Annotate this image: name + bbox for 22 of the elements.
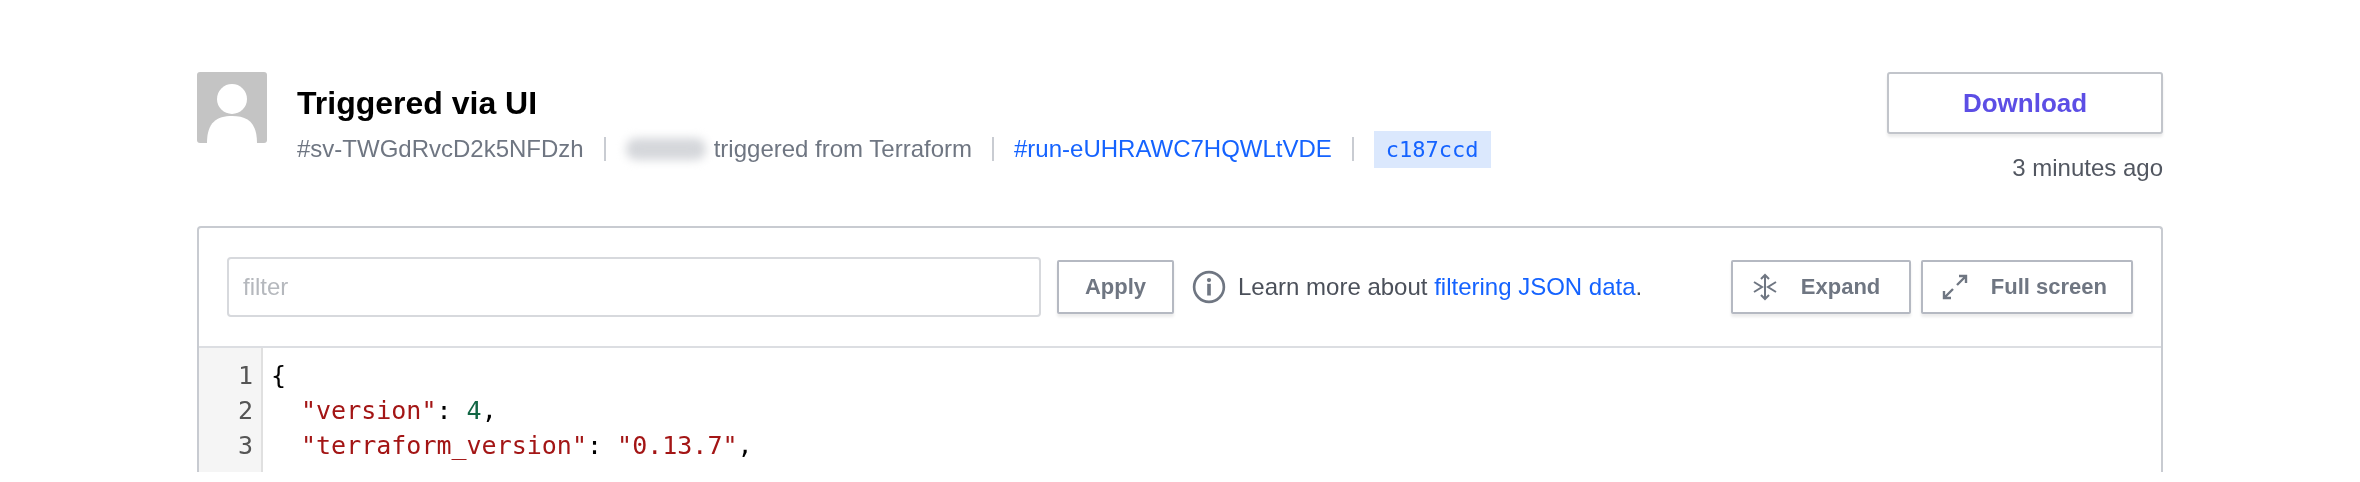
run-id: #sv-TWGdRvcD2k5NFDzh (297, 135, 584, 163)
line-number: 3 (236, 430, 253, 462)
info-icon (1192, 270, 1226, 304)
code-line: { (271, 360, 288, 392)
run-link[interactable]: #run-eUHRAWC7HQWLtVDE (1014, 135, 1332, 163)
filter-field[interactable]: filter (227, 257, 1041, 317)
apply-button[interactable]: Apply (1057, 260, 1174, 314)
run-title: Triggered via UI (297, 84, 539, 122)
line-number: 1 (236, 360, 253, 392)
fullscreen-button[interactable]: Full screen (1920, 260, 2133, 314)
code-line: "version": 4, (300, 395, 498, 427)
docs-link[interactable]: filtering JSON data (1434, 273, 1636, 300)
expand-button[interactable]: Expand (1730, 260, 1911, 314)
commit-badge[interactable]: c187ccd (1373, 130, 1491, 168)
fullscreen-icon (1940, 273, 1969, 301)
trigger-text: triggered from Terraform (713, 135, 972, 163)
timestamp: 3 minutes ago (2012, 154, 2163, 182)
help-text: Learn more about filtering JSON data. (1238, 273, 1643, 301)
avatar-icon (197, 72, 267, 143)
code-line: "terraform_version": "0.13.7", (300, 430, 753, 462)
line-number: 2 (236, 395, 253, 427)
download-button[interactable]: Download (1887, 72, 2163, 134)
